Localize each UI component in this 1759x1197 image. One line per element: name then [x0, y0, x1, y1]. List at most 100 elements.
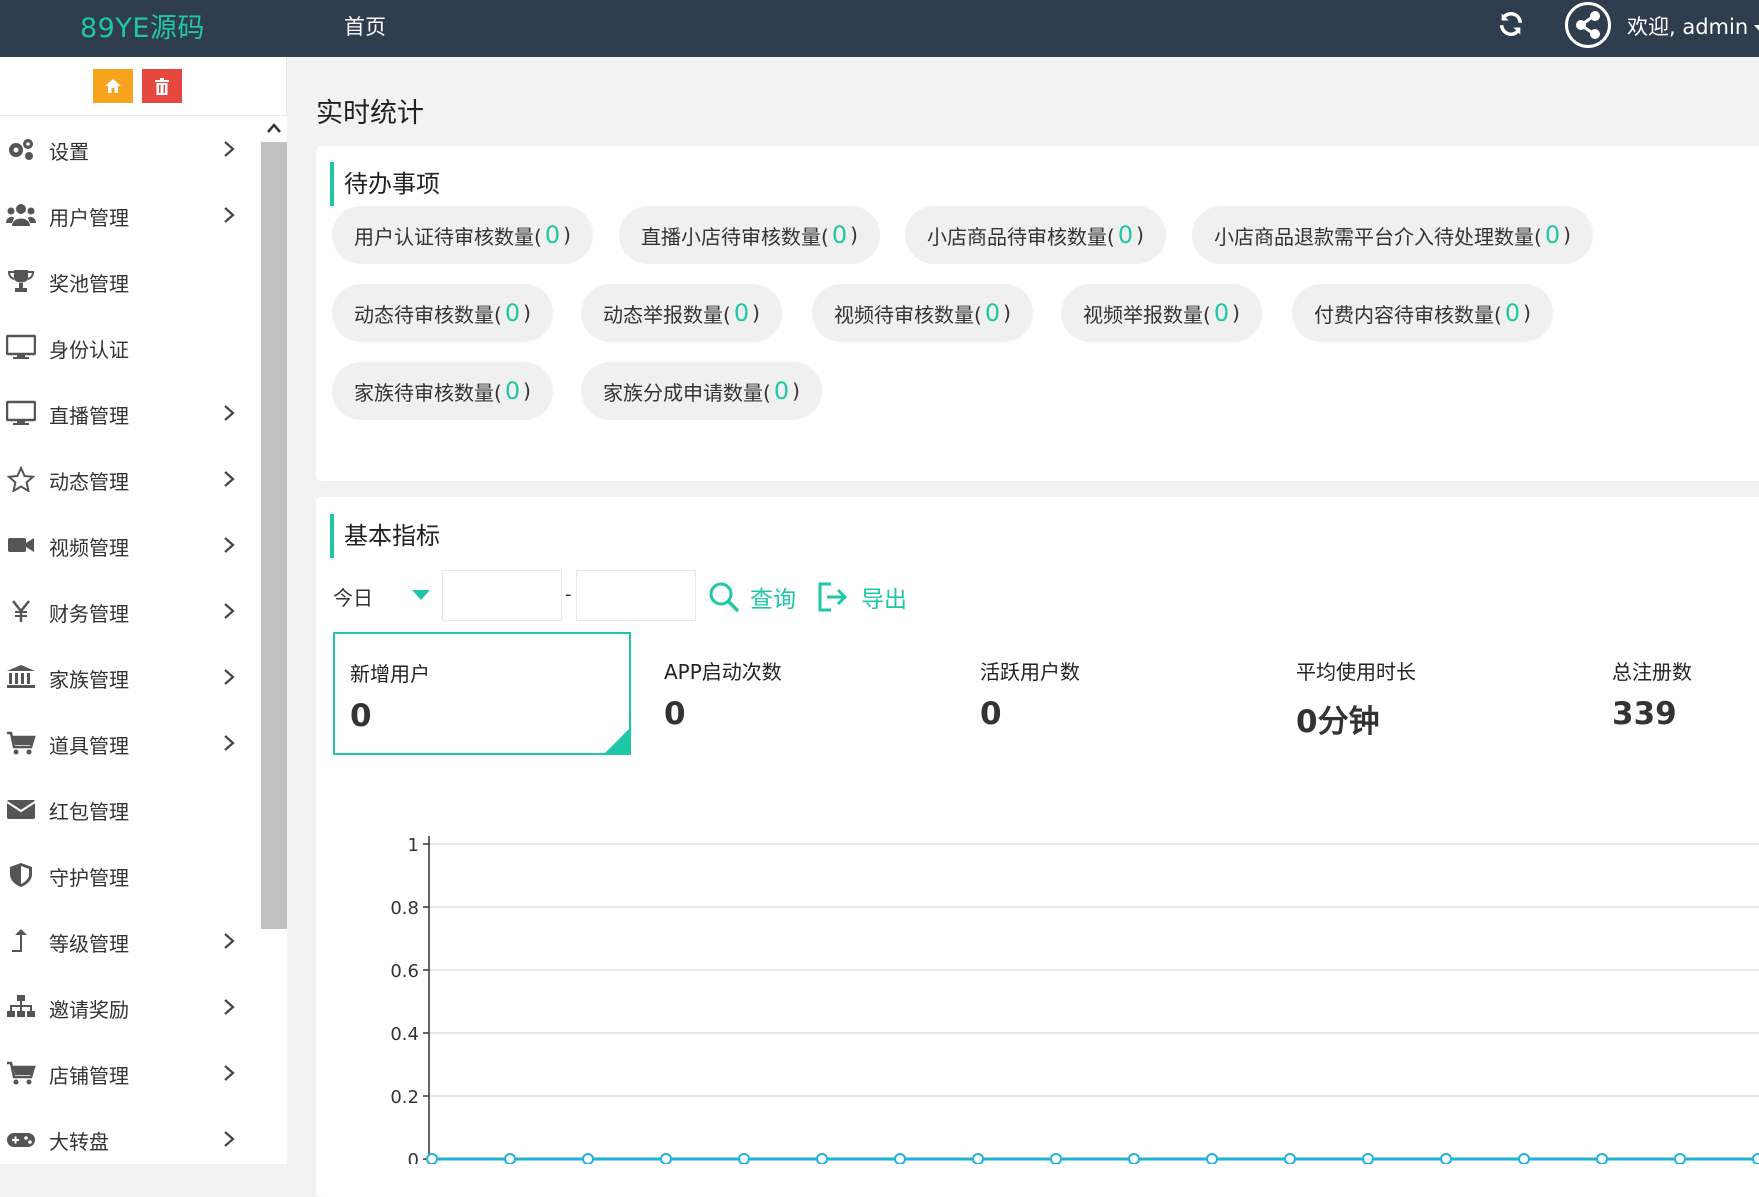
todo-label: 动态举报数量( — [603, 302, 731, 327]
start-date-input[interactable] — [442, 570, 562, 621]
metric-tile[interactable]: 新增用户 0 — [333, 632, 631, 755]
user-menu[interactable]: 欢迎, admin — [1627, 11, 1759, 41]
metric-label: 新增用户 — [350, 662, 430, 686]
todo-pill[interactable]: 用户认证待审核数量(0) — [332, 206, 593, 264]
sidebar-item-label: 用户管理 — [49, 206, 129, 230]
sidebar-item-label: 红包管理 — [49, 800, 129, 824]
cart-icon — [7, 1061, 36, 1085]
sidebar-item[interactable]: 店铺管理 — [0, 1040, 260, 1106]
search-icon — [709, 582, 739, 612]
chevron-right-icon — [224, 735, 235, 751]
y-tick-label: 0.6 — [390, 961, 419, 982]
welcome-text: 欢迎, admin — [1627, 15, 1749, 39]
sidebar-item[interactable]: 大转盘 — [0, 1106, 260, 1172]
end-date-input[interactable] — [576, 570, 696, 621]
todo-count: 0 — [1544, 221, 1561, 249]
data-point — [582, 1153, 594, 1164]
metric-value: 339 — [1612, 696, 1677, 732]
sidebar-item[interactable]: 设置 — [0, 116, 260, 182]
todo-label: 小店商品退款需平台介入待处理数量( — [1214, 224, 1542, 249]
data-point — [1362, 1153, 1374, 1164]
todo-pill[interactable]: 小店商品待审核数量(0) — [905, 206, 1166, 264]
data-point — [504, 1153, 516, 1164]
yen-icon — [12, 600, 30, 622]
monitor-icon — [6, 334, 36, 359]
todo-pill[interactable]: 动态举报数量(0) — [581, 284, 782, 342]
metric-tile[interactable]: 活跃用户数 0 — [965, 632, 1263, 755]
todo-close-paren: ) — [1136, 223, 1144, 247]
data-point — [1596, 1153, 1608, 1164]
todo-label: 用户认证待审核数量( — [354, 224, 542, 249]
metric-value: 0分钟 — [1296, 704, 1380, 740]
sidebar-item[interactable]: 邀请奖励 — [0, 974, 260, 1040]
metric-label: 平均使用时长 — [1296, 660, 1416, 684]
metric-value: 0 — [664, 696, 686, 732]
data-point — [426, 1153, 438, 1164]
delete-button[interactable] — [142, 69, 182, 103]
range-select[interactable]: 今日 — [333, 582, 373, 611]
todo-pill[interactable]: 动态待审核数量(0) — [332, 284, 553, 342]
data-point — [972, 1153, 984, 1164]
query-button[interactable]: 查询 — [708, 580, 796, 614]
export-button[interactable]: 导出 — [817, 580, 907, 614]
sidebar-item[interactable]: 动态管理 — [0, 446, 260, 512]
sidebar-item[interactable]: 身份认证 — [0, 314, 260, 380]
nav-home-link[interactable]: 首页 — [344, 11, 386, 41]
data-point — [1128, 1153, 1140, 1164]
todo-label: 直播小店待审核数量( — [641, 224, 829, 249]
scroll-up-icon[interactable] — [266, 121, 282, 135]
todo-count: 0 — [1117, 221, 1134, 249]
cart-icon — [7, 731, 36, 755]
todo-pill[interactable]: 付费内容待审核数量(0) — [1292, 284, 1553, 342]
sidebar-item-label: 身份认证 — [49, 338, 129, 362]
todo-pill[interactable]: 直播小店待审核数量(0) — [619, 206, 880, 264]
todo-pill[interactable]: 视频举报数量(0) — [1061, 284, 1262, 342]
trophy-icon — [7, 270, 35, 292]
sidebar-item-label: 设置 — [49, 140, 89, 164]
chevron-right-icon — [224, 141, 235, 157]
refresh-icon[interactable] — [1497, 10, 1525, 38]
todo-count: 0 — [1504, 299, 1521, 327]
chevron-right-icon — [224, 537, 235, 553]
sidebar-item[interactable]: 道具管理 — [0, 710, 260, 776]
todo-label: 小店商品待审核数量( — [927, 224, 1115, 249]
active-corner-marker — [603, 727, 631, 755]
metric-value: 0 — [980, 696, 1002, 732]
chevron-right-icon — [224, 999, 235, 1015]
metric-tile[interactable]: 总注册数 339 — [1597, 632, 1759, 755]
gamepad-icon — [7, 1133, 35, 1147]
sidebar-item-label: 财务管理 — [49, 602, 129, 626]
avatar[interactable] — [1565, 2, 1611, 48]
metric-tile[interactable]: 平均使用时长 0分钟 — [1281, 632, 1579, 755]
sidebar-item[interactable]: 直播管理 — [0, 380, 260, 446]
todo-card: 待办事项 用户认证待审核数量(0) 直播小店待审核数量(0) 小店商品待审核数量(0… — [316, 146, 1759, 481]
caret-down-icon[interactable] — [412, 590, 430, 600]
sidebar-item[interactable]: 守护管理 — [0, 842, 260, 908]
chevron-right-icon — [224, 669, 235, 685]
todo-count: 0 — [984, 299, 1001, 327]
todo-pill[interactable]: 家族待审核数量(0) — [332, 362, 553, 420]
sidebar-item-label: 大转盘 — [49, 1130, 109, 1154]
sidebar: 设置用户管理奖池管理身份认证直播管理 动态管理 视频管理财务管理家族管理道具管理红包… — [0, 57, 287, 1164]
level-up-icon — [12, 929, 27, 952]
sidebar-item[interactable]: 财务管理 — [0, 578, 260, 644]
sidebar-item[interactable]: 用户管理 — [0, 182, 260, 248]
todo-close-paren: ) — [752, 301, 760, 325]
data-point — [1050, 1153, 1062, 1164]
y-tick-label: 0.8 — [390, 898, 419, 919]
sidebar-item-label: 道具管理 — [49, 734, 129, 758]
todo-pill[interactable]: 视频待审核数量(0) — [812, 284, 1033, 342]
sidebar-item[interactable]: 视频管理 — [0, 512, 260, 578]
todo-pill[interactable]: 家族分成申请数量(0) — [581, 362, 822, 420]
logo[interactable]: 89YE源码 — [80, 6, 205, 45]
sidebar-item[interactable]: 家族管理 — [0, 644, 260, 710]
home-button[interactable] — [93, 69, 133, 103]
sidebar-item[interactable]: 等级管理 — [0, 908, 260, 974]
sidebar-item-label: 守护管理 — [49, 866, 129, 890]
todo-pill[interactable]: 小店商品退款需平台介入待处理数量(0) — [1192, 206, 1593, 264]
sidebar-scroll-thumb[interactable] — [261, 142, 287, 929]
metric-tile[interactable]: APP启动次数 0 — [649, 632, 947, 755]
sidebar-item[interactable]: 红包管理 — [0, 776, 260, 842]
todo-label: 视频举报数量( — [1083, 302, 1211, 327]
sidebar-item[interactable]: 奖池管理 — [0, 248, 260, 314]
